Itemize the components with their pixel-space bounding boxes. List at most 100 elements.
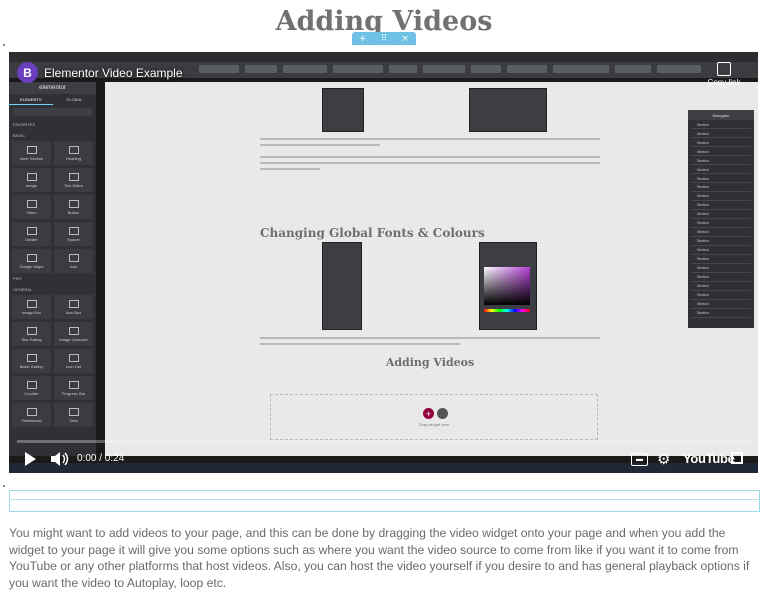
drag-handle-icon[interactable]: ⠿: [381, 34, 388, 44]
navigator-item: Section: [691, 122, 751, 129]
navigator-item: Section: [691, 184, 751, 192]
widget-tile: Tabs: [54, 403, 93, 427]
widget-icon: [68, 407, 79, 416]
widget-label: Icon Box: [65, 309, 82, 315]
widget-tile: Basic Gallery: [12, 349, 51, 373]
navigator-item: Section: [691, 202, 751, 210]
widget-label: Icon List: [66, 363, 81, 369]
dropzone-label: Drag widget here: [418, 422, 450, 427]
global-colours-thumbnail: [479, 242, 537, 330]
widget-tile: Google Maps: [12, 249, 51, 273]
navigator-item: Section: [691, 211, 751, 219]
navigator-item: Section: [691, 238, 751, 246]
settings-gear-icon[interactable]: ⚙: [657, 450, 670, 468]
navigator-item: Section: [691, 247, 751, 255]
widget-tile: Text Editor: [54, 168, 93, 192]
navigator-title: Navigator: [688, 110, 754, 120]
widget-icon: [26, 326, 37, 335]
elementor-panel: elementor ELEMENTS GLOBAL FAVORITES BASI…: [9, 82, 96, 456]
bookmark: [615, 65, 651, 73]
widget-label: Icon: [69, 263, 78, 269]
widget-dropzone: + Drag widget here: [270, 394, 598, 440]
widget-tile: Image: [12, 168, 51, 192]
navigator-item: Section: [691, 149, 751, 156]
navigator-item: Section: [691, 292, 751, 300]
video-time: 0:00 / 0:24: [77, 453, 125, 464]
widget-icon: [26, 172, 37, 181]
add-section-icon[interactable]: +: [359, 34, 367, 44]
text-line: [260, 144, 380, 146]
widget-icon: [26, 299, 37, 308]
widget-tile: Button: [54, 195, 93, 219]
video-progress-bar[interactable]: [17, 440, 750, 443]
navigator-item: Section: [691, 167, 751, 174]
navigator-item: Section: [691, 193, 751, 201]
global-fonts-thumbnail: [322, 242, 362, 330]
text-line: [260, 337, 600, 339]
add-widget-icon: +: [423, 408, 434, 419]
colour-picker-swatch: [484, 267, 530, 305]
navigator-item: Section: [691, 283, 751, 291]
section-handle[interactable]: + ⠿ ×: [352, 32, 416, 45]
widget-tile: Star Rating: [12, 322, 51, 346]
widget-tile: Icon Box: [54, 295, 93, 319]
widget-icon: [26, 145, 37, 154]
navigator-item: Section: [691, 256, 751, 264]
section-label: PRO: [13, 276, 22, 281]
text-line: [260, 138, 600, 140]
copy-link-label: Copy link: [707, 78, 741, 87]
browser-tab-strip: [9, 52, 758, 62]
widget-label: Image: [25, 182, 38, 188]
bookmark: [471, 65, 501, 73]
widget-label: Progress Bar: [61, 390, 86, 396]
widget-tile: Progress Bar: [54, 376, 93, 400]
widget-label: Testimonial: [21, 417, 42, 423]
volume-icon[interactable]: [51, 452, 71, 466]
widget-label: Heading: [66, 155, 81, 161]
bookmark: [423, 65, 465, 73]
divider-dot: [3, 485, 5, 487]
navigator-item: Section: [691, 265, 751, 273]
widget-icon: [68, 253, 79, 262]
bookmark: [199, 65, 239, 73]
bookmark: [333, 65, 383, 73]
close-section-icon[interactable]: ×: [401, 34, 409, 44]
widget-label: Text Editor: [64, 182, 83, 188]
template-folder-icon: [437, 408, 448, 419]
widget-icon: [26, 353, 37, 362]
video-title[interactable]: Elementor Video Example: [44, 66, 183, 80]
section-label: FAVORITES: [13, 122, 36, 127]
widget-tile: Inner Section: [12, 141, 51, 165]
widget-icon: [26, 380, 37, 389]
tab-elements: ELEMENTS: [9, 94, 53, 105]
widget-icon: [68, 199, 79, 208]
widget-tile: Spacer: [54, 222, 93, 246]
youtube-logo[interactable]: YouTube: [683, 451, 735, 466]
navigator-item: Section: [691, 301, 751, 309]
widget-tile: Divider: [12, 222, 51, 246]
text-line: [260, 168, 320, 170]
fullscreen-icon[interactable]: [731, 452, 743, 464]
widget-icon: [26, 253, 37, 262]
divider: [9, 499, 760, 500]
widget-tile: Testimonial: [12, 403, 51, 427]
tab-global: GLOBAL: [66, 97, 83, 102]
empty-widget-placeholder: [9, 490, 760, 512]
widget-tile: Heading: [54, 141, 93, 165]
subtitles-icon[interactable]: ▬: [631, 453, 648, 466]
bookmark: [245, 65, 277, 73]
spacer-settings-thumbnail: [469, 88, 547, 132]
copy-link-button[interactable]: Copy link: [704, 62, 744, 87]
widget-tile: Counter: [12, 376, 51, 400]
widget-icon: [26, 407, 37, 416]
channel-avatar[interactable]: B: [17, 62, 38, 83]
bookmark: [389, 65, 417, 73]
video-player[interactable]: elementor ELEMENTS GLOBAL FAVORITES BASI…: [9, 52, 758, 473]
widget-icon: [68, 380, 79, 389]
widget-label: Image Carousel: [59, 336, 88, 342]
widget-search-input: [13, 108, 92, 116]
play-icon[interactable]: [25, 452, 36, 466]
widget-label: Basic Gallery: [19, 363, 44, 369]
text-line: [260, 162, 600, 164]
widget-label: Image Box: [21, 309, 42, 315]
